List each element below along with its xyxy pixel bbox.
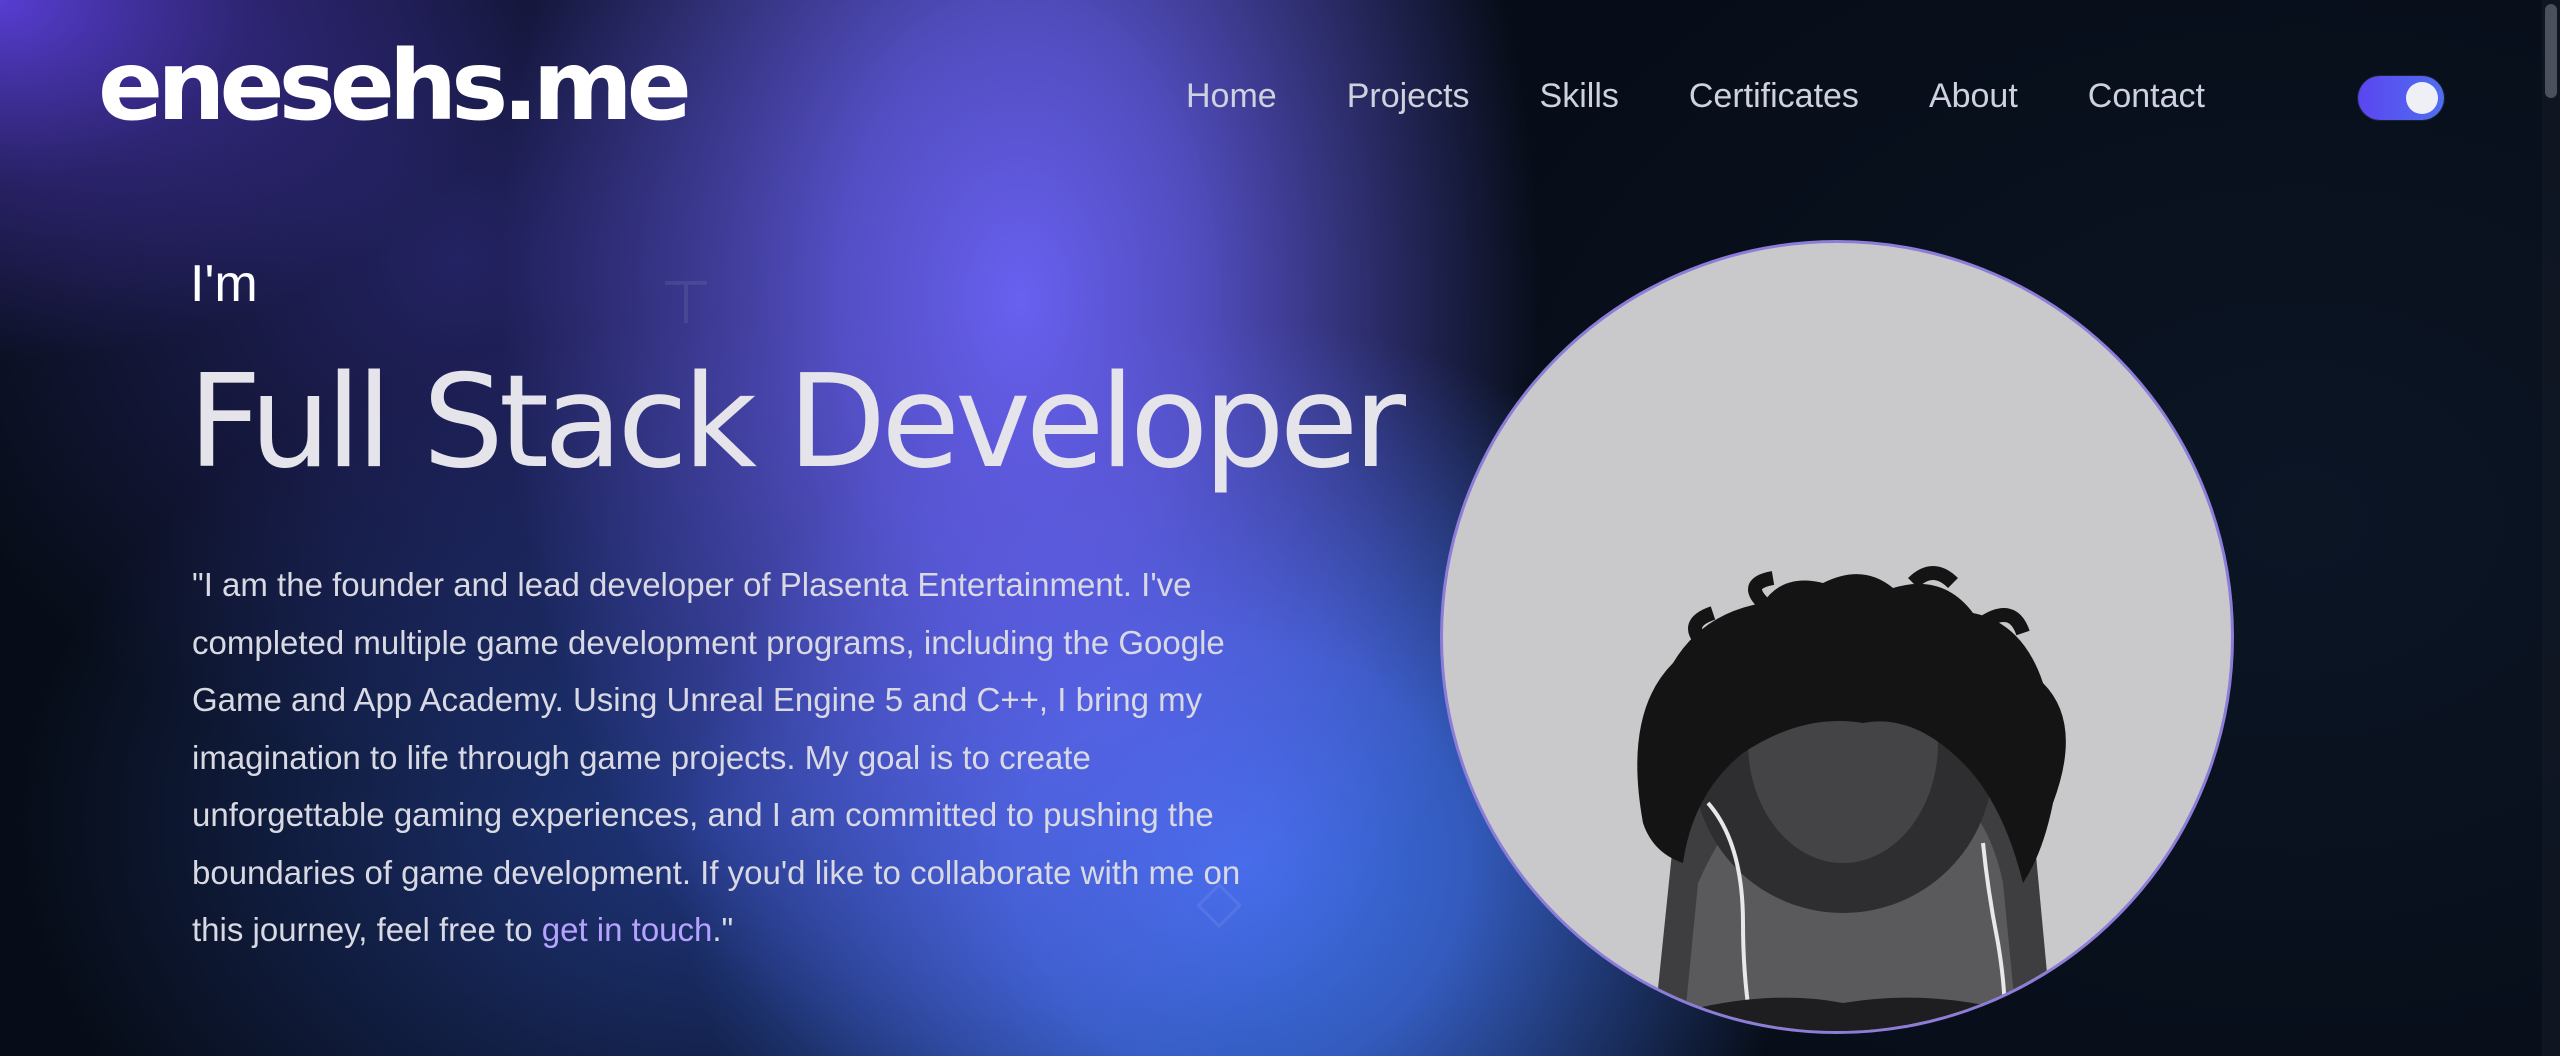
profile-photo <box>1619 566 2070 1031</box>
decorative-glyph: ⊤ <box>660 268 713 338</box>
hero-bio-end: ." <box>712 911 734 948</box>
get-in-touch-link[interactable]: get in touch <box>542 911 713 948</box>
page-scrollbar[interactable] <box>2542 0 2560 1056</box>
toggle-switch-icon <box>2406 82 2438 114</box>
hero-bio-text: "I am the founder and lead developer of … <box>192 566 1241 948</box>
nav-certificates-link[interactable]: Certificates <box>1689 72 1859 120</box>
nav-projects-link[interactable]: Projects <box>1347 72 1470 120</box>
nav-home-link[interactable]: Home <box>1186 72 1277 120</box>
site-logo[interactable]: enesehs.me <box>98 38 692 134</box>
page: ⊤ ◇ enesehs.me Home Projects Skills Cert… <box>0 0 2560 1056</box>
theme-toggle[interactable] <box>2358 76 2444 120</box>
scrollbar-thumb[interactable] <box>2545 4 2557 98</box>
nav-about-link[interactable]: About <box>1929 72 2018 120</box>
hero-headline: Full Stack Developer <box>188 348 1406 497</box>
main-nav: Home Projects Skills Certificates About … <box>1186 72 2275 120</box>
nav-contact-link[interactable]: Contact <box>2088 72 2205 120</box>
profile-avatar <box>1440 240 2234 1034</box>
hero-bio: "I am the founder and lead developer of … <box>192 556 1252 959</box>
nav-skills-link[interactable]: Skills <box>1540 72 1619 120</box>
hero-intro: I'm <box>190 255 258 313</box>
